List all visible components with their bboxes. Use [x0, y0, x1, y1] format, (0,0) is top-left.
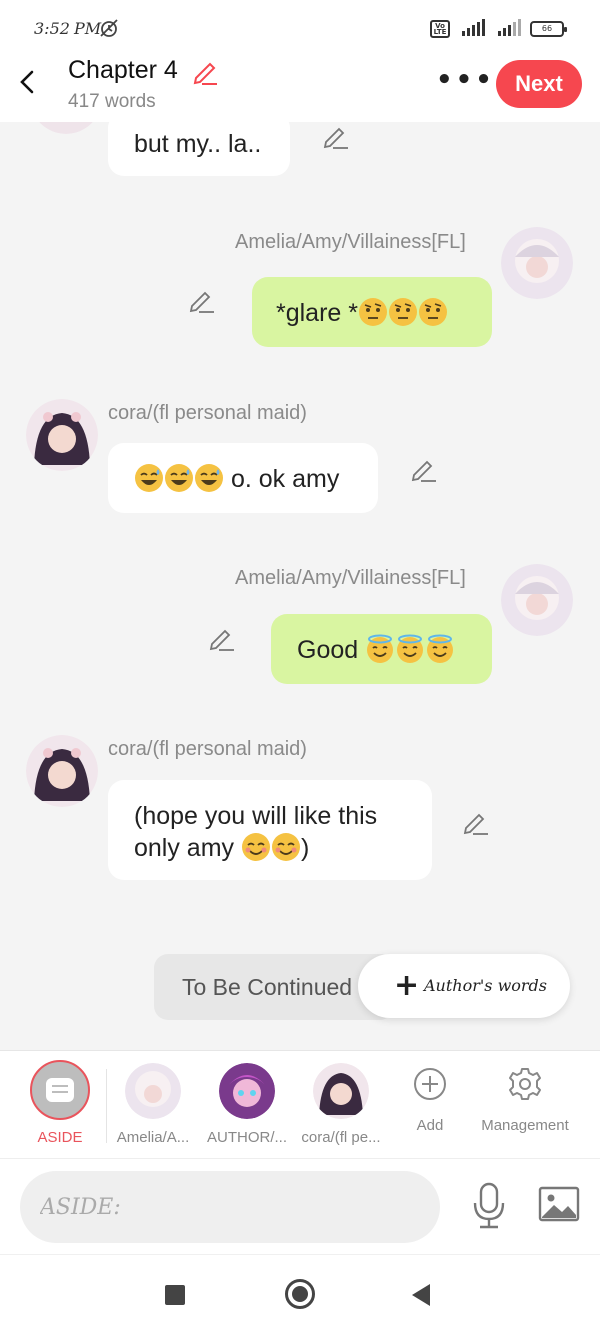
input-bar — [0, 1158, 600, 1254]
tray-item-cora[interactable]: cora/(fl pe... — [294, 1051, 388, 1159]
character-name: Amelia/Amy/Villainess[FL] — [235, 231, 466, 253]
gear-icon — [508, 1067, 542, 1101]
halo-emoji — [365, 634, 395, 664]
battery-icon: 66 — [530, 21, 567, 37]
status-bar: 3:52 PM Vo LTE 66 — [0, 0, 600, 56]
tray-label: Management — [481, 1117, 569, 1134]
edit-message-icon[interactable] — [410, 455, 438, 483]
chat-area[interactable]: but my.. la.. Amelia/Amy/Villainess[FL] … — [0, 122, 600, 1050]
character-name: cora/(fl personal maid) — [108, 738, 307, 760]
aside-input[interactable] — [20, 1171, 440, 1243]
aside-icon — [30, 1060, 90, 1120]
status-time: 3:52 PM — [34, 19, 102, 38]
edit-message-icon[interactable] — [188, 286, 216, 314]
next-button[interactable]: Next — [496, 60, 582, 108]
image-icon[interactable] — [538, 1185, 580, 1225]
message-bubble[interactable]: o. ok amy — [108, 443, 378, 513]
more-options-button[interactable]: ••• — [436, 67, 495, 93]
microphone-icon[interactable] — [470, 1181, 508, 1231]
avatar — [313, 1063, 369, 1119]
character-name: Amelia/Amy/Villainess[FL] — [235, 567, 466, 589]
raised-eyebrow-emoji — [388, 297, 418, 327]
halo-emoji — [395, 634, 425, 664]
tray-label: AUTHOR/... — [206, 1129, 287, 1146]
plus-icon: + — [394, 968, 420, 1003]
avatar[interactable] — [30, 122, 102, 134]
signal-icon — [498, 18, 521, 36]
raised-eyebrow-emoji — [418, 297, 448, 327]
smiling-blush-emoji — [271, 832, 301, 862]
system-nav-bar — [0, 1254, 600, 1333]
recent-apps-icon[interactable] — [165, 1285, 185, 1305]
halo-emoji — [425, 634, 455, 664]
back-triangle-icon[interactable] — [412, 1284, 430, 1306]
avatar[interactable] — [26, 399, 98, 471]
signal-icon — [462, 18, 485, 36]
chapter-title[interactable]: Chapter 4 — [68, 56, 178, 85]
edit-message-icon[interactable] — [322, 122, 350, 150]
message-bubble[interactable]: *glare * — [252, 277, 492, 347]
add-icon — [413, 1067, 447, 1101]
author-words-button[interactable]: + Author's words — [358, 954, 570, 1018]
chevron-left-icon — [20, 70, 34, 94]
message-bubble[interactable]: but my.. la.. — [108, 122, 290, 176]
sweat-smile-emoji — [164, 463, 194, 493]
avatar — [125, 1063, 181, 1119]
tray-label: Add — [416, 1117, 444, 1134]
tray-label: ASIDE — [37, 1129, 83, 1146]
raised-eyebrow-emoji — [358, 297, 388, 327]
volte-icon: Vo LTE — [430, 20, 450, 38]
character-tray: ASIDE Amelia/A... AUTHOR/... cora/(fl pe… — [0, 1050, 600, 1158]
edit-title-icon[interactable] — [190, 56, 220, 86]
sweat-smile-emoji — [194, 463, 224, 493]
character-name: cora/(fl personal maid) — [108, 402, 307, 424]
tray-item-author[interactable]: AUTHOR/... — [200, 1051, 294, 1159]
alarm-off-icon — [98, 18, 120, 43]
sweat-smile-emoji — [134, 463, 164, 493]
word-count: 417 words — [68, 91, 156, 112]
message-bubble[interactable]: Good — [271, 614, 492, 684]
chapter-header: Chapter 4 417 words ••• Next — [0, 56, 600, 122]
message-bubble[interactable]: (hope you will like this only amy ) — [108, 780, 432, 880]
tray-label: Amelia/A... — [116, 1129, 190, 1146]
home-icon[interactable] — [285, 1279, 315, 1309]
smiling-blush-emoji — [241, 832, 271, 862]
avatar[interactable] — [501, 564, 573, 636]
tray-label: cora/(fl pe... — [301, 1129, 381, 1146]
tray-item-aside[interactable]: ASIDE — [13, 1051, 107, 1159]
back-button[interactable] — [14, 64, 42, 100]
avatar[interactable] — [26, 735, 98, 807]
avatar[interactable] — [501, 227, 573, 299]
edit-message-icon[interactable] — [208, 624, 236, 652]
edit-message-icon[interactable] — [462, 808, 490, 836]
tray-item-management[interactable]: Management — [470, 1051, 580, 1159]
tray-item-amelia[interactable]: Amelia/A... — [106, 1051, 200, 1159]
avatar — [219, 1063, 275, 1119]
tray-item-add[interactable]: Add — [383, 1051, 477, 1159]
